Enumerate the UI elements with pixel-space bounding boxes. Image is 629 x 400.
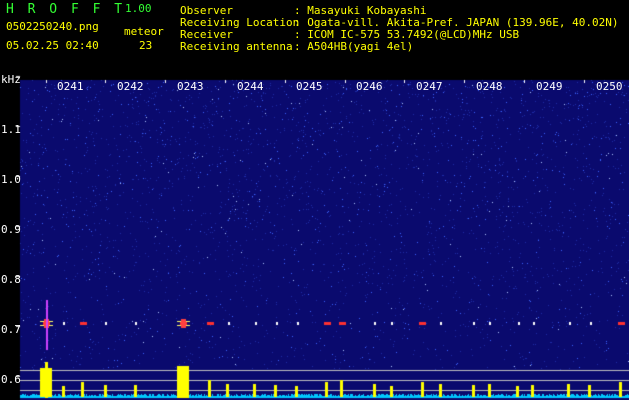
info-value-observer: : Masayuki Kobayashi: [294, 4, 427, 17]
x-tick-label: 0242: [117, 80, 144, 93]
y-tick-label: 0.9: [1, 223, 21, 236]
info-label-observer: Observer: [180, 4, 233, 17]
meteor-label: meteor: [124, 25, 164, 38]
x-tick-label: 0241: [57, 80, 84, 93]
x-tick-label: 0248: [476, 80, 503, 93]
y-tick-label: 0.6: [1, 373, 21, 386]
info-label-receiver: Receiver: [180, 28, 233, 41]
app-version: 1.00: [125, 2, 152, 15]
info-label-location: Receiving Location: [180, 16, 300, 29]
info-value-receiver: : ICOM IC-575 53.7492(@LCD)MHz USB: [294, 28, 520, 41]
app-name: H R O F F T: [6, 2, 126, 17]
x-tick-label: 0249: [536, 80, 563, 93]
date-time: 05.02.25 02:40: [6, 39, 99, 52]
x-tick-label: 0250: [596, 80, 623, 93]
x-tick-label: 0245: [296, 80, 323, 93]
y-tick-label: 1.1: [1, 123, 21, 136]
meteor-count: 23: [139, 39, 153, 52]
spectrogram-canvas: [0, 0, 629, 400]
info-label-antenna: Receiving antenna: [180, 40, 293, 53]
info-value-antenna: : A504HB(yagi 4el): [294, 40, 414, 53]
file-name: 0502250240.png: [6, 20, 99, 33]
info-value-location: : Ogata-vill. Akita-Pref. JAPAN (139.96E…: [294, 16, 619, 29]
y-tick-label: 0.8: [1, 273, 21, 286]
y-tick-label: 0.7: [1, 323, 21, 336]
x-tick-label: 0247: [416, 80, 443, 93]
x-tick-label: 0244: [237, 80, 264, 93]
y-axis-unit: kHz: [1, 73, 21, 86]
x-tick-label: 0246: [356, 80, 383, 93]
x-tick-label: 0243: [177, 80, 204, 93]
y-tick-label: 1.0: [1, 173, 21, 186]
